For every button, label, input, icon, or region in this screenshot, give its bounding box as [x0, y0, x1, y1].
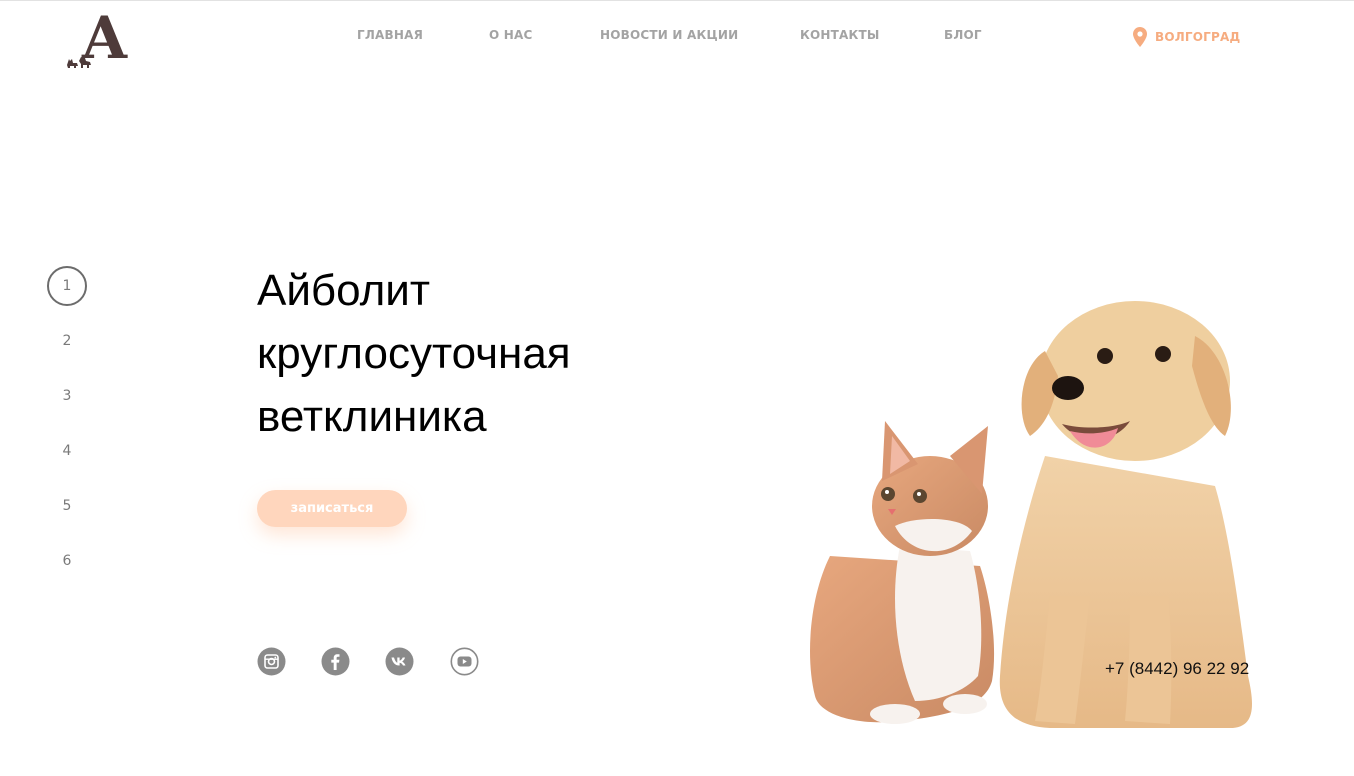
- logo-cat-dog-icon: [67, 57, 91, 68]
- nav-item-home[interactable]: ГЛАВНАЯ: [357, 28, 423, 42]
- city-label: ВОЛГОГРАД: [1155, 30, 1241, 44]
- city-selector[interactable]: ВОЛГОГРАД: [1133, 27, 1240, 47]
- youtube-icon[interactable]: [450, 647, 479, 676]
- site-logo[interactable]: A: [66, 9, 136, 69]
- nav-item-contacts[interactable]: КОНТАКТЫ: [800, 28, 880, 42]
- page: A ГЛАВНАЯ О НАС НОВОСТИ И АКЦИИ КОНТАКТЫ…: [0, 0, 1354, 776]
- nav-item-news[interactable]: НОВОСТИ И АКЦИИ: [600, 28, 738, 42]
- pager-item-2[interactable]: 2: [47, 321, 87, 361]
- pager-item-4[interactable]: 4: [47, 431, 87, 471]
- facebook-icon[interactable]: [321, 647, 350, 676]
- pager-item-1[interactable]: 1: [47, 266, 87, 306]
- signup-button[interactable]: записаться: [257, 490, 407, 527]
- vk-icon[interactable]: [385, 647, 414, 676]
- phone-number[interactable]: +7 (8442) 96 22 92: [1105, 659, 1249, 679]
- nav-item-about[interactable]: О НАС: [489, 28, 533, 42]
- pager-item-3[interactable]: 3: [47, 376, 87, 416]
- hero-title-line: Айболит: [257, 266, 431, 315]
- hero-title-line: ветклиника: [257, 392, 487, 441]
- map-pin-icon: [1133, 27, 1147, 47]
- pager-item-5[interactable]: 5: [47, 486, 87, 526]
- hero-title-line: круглосуточная: [257, 329, 571, 378]
- pager-item-6[interactable]: 6: [47, 541, 87, 581]
- nav-item-blog[interactable]: БЛОГ: [944, 28, 982, 42]
- hero-title: Айболит круглосуточная ветклиника: [257, 259, 717, 448]
- instagram-icon[interactable]: [257, 647, 286, 676]
